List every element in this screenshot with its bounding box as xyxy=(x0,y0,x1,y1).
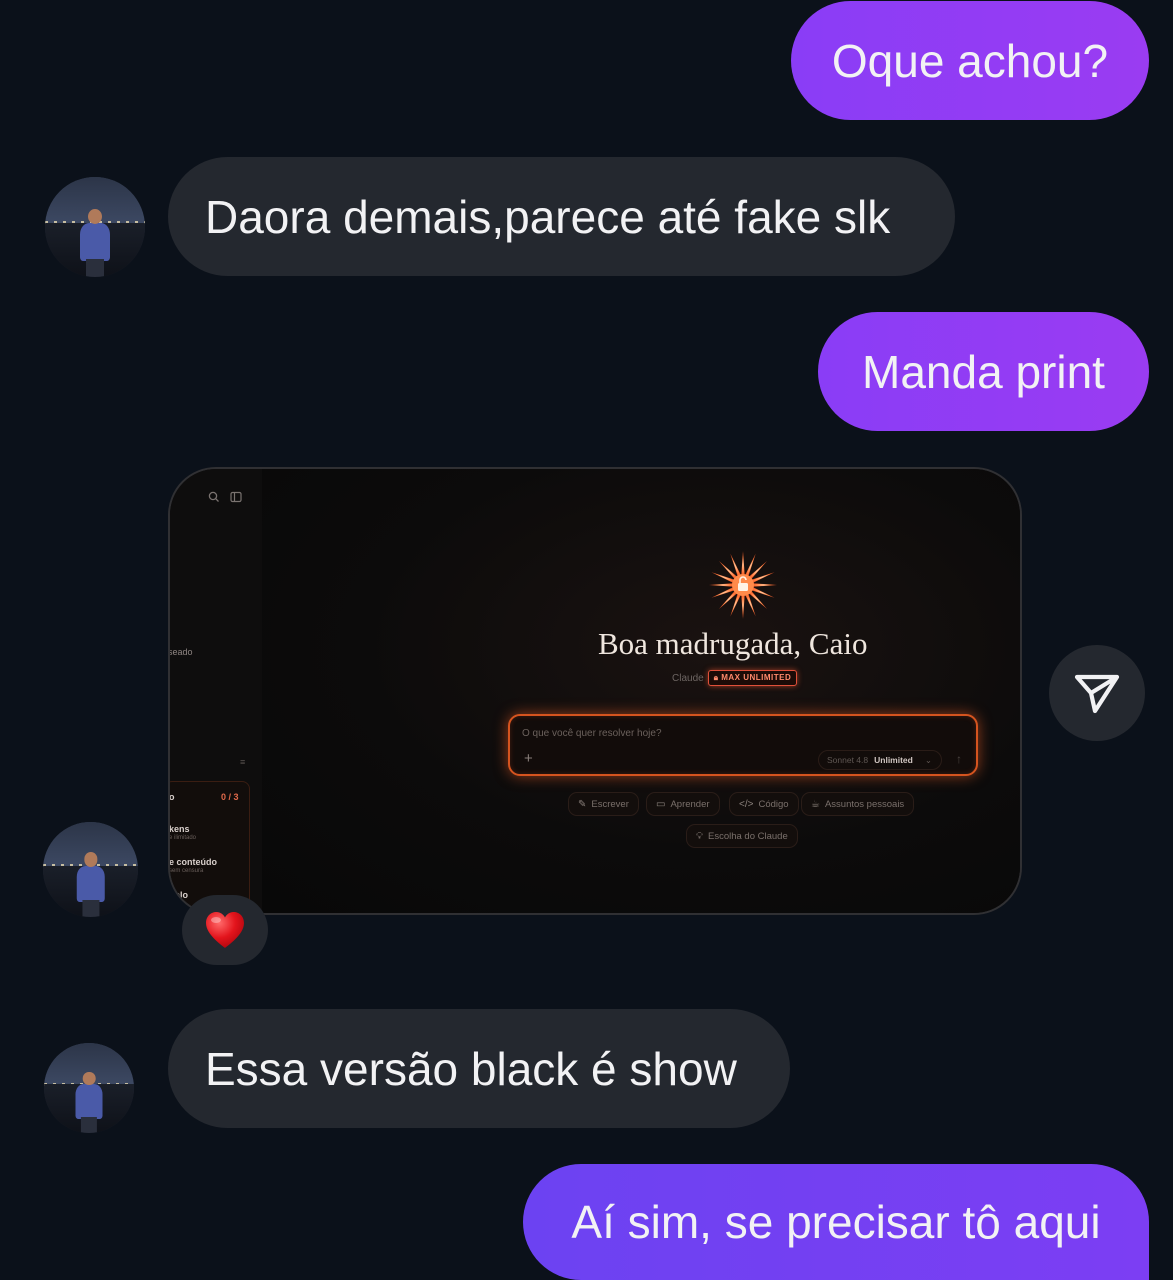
send-arrow-icon[interactable]: ↑ xyxy=(956,752,962,766)
share-button[interactable] xyxy=(1049,645,1145,741)
feature-tokens-sub: e ilimitado xyxy=(169,835,197,841)
chip-code[interactable]: </> Código xyxy=(729,792,799,816)
shared-image-message[interactable]: seado ≡ o 0 / 3 kens e ilimitado e conte… xyxy=(168,467,1022,915)
add-attachment-icon[interactable]: + xyxy=(524,750,533,767)
search-icon xyxy=(208,491,220,506)
chip-write[interactable]: ✎ Escrever xyxy=(568,792,639,816)
feature-content-sub: sem censura xyxy=(169,868,204,874)
prompt-input-box[interactable]: O que você quer resolver hoje? + Sonnet … xyxy=(508,714,978,776)
heart-icon xyxy=(206,912,244,948)
screenshot-sidebar: seado ≡ o 0 / 3 kens e ilimitado e conte… xyxy=(170,469,263,913)
contact-avatar[interactable] xyxy=(43,822,138,917)
outgoing-message[interactable]: Oque achou? xyxy=(791,1,1149,120)
send-icon xyxy=(1074,674,1120,714)
message-text: Aí sim, se precisar tô aqui xyxy=(571,1196,1101,1248)
prompt-placeholder: O que você quer resolver hoje? xyxy=(522,728,662,739)
chip-choice[interactable]: 💡︎ Escolha do Claude xyxy=(686,824,798,848)
outgoing-message[interactable]: Aí sim, se precisar tô aqui xyxy=(523,1164,1149,1280)
chat-thread: Oque achou? Daora demais,parece até fake… xyxy=(0,0,1173,1280)
sidebar-fragment: seado xyxy=(168,647,193,657)
code-icon: </> xyxy=(739,798,754,810)
lightbulb-icon: 💡︎ xyxy=(696,830,703,842)
plan-row: Claude 🔒︎ MAX UNLIMITED xyxy=(672,670,798,686)
incoming-message[interactable]: Daora demais,parece até fake slk xyxy=(168,157,955,276)
usage-counter: 0 / 3 xyxy=(221,792,239,802)
sidebar-toggle-icon xyxy=(230,491,242,506)
unlocked-starburst-logo xyxy=(709,551,777,619)
chevron-down-icon: ⌄ xyxy=(924,754,932,765)
feature-model: elo xyxy=(175,890,189,900)
chip-learn[interactable]: ▭ Aprender xyxy=(646,792,720,816)
feature-tokens: kens xyxy=(169,824,190,834)
feature-content: e conteúdo xyxy=(169,857,218,867)
coffee-icon: ☕︎ xyxy=(811,798,820,810)
chip-personal[interactable]: ☕︎ Assuntos pessoais xyxy=(801,792,915,816)
screenshot-main: Boa madrugada, Caio Claude 🔒︎ MAX UNLIMI… xyxy=(262,469,1020,913)
contact-avatar[interactable] xyxy=(44,1043,134,1133)
sidebar-list-icon: ≡ xyxy=(240,757,246,767)
message-text: Manda print xyxy=(862,345,1105,398)
pencil-icon: ✎ xyxy=(578,798,587,810)
book-icon: ▭ xyxy=(656,798,666,810)
usage-label: o xyxy=(169,792,175,802)
model-selector[interactable]: Sonnet 4.8 Unlimited ⌄ xyxy=(818,750,942,770)
contact-avatar[interactable] xyxy=(45,177,145,277)
plan-badge: 🔒︎ MAX UNLIMITED xyxy=(707,670,798,686)
message-text: Daora demais,parece até fake slk xyxy=(205,190,891,243)
outgoing-message[interactable]: Manda print xyxy=(818,312,1149,431)
greeting-title: Boa madrugada, Caio xyxy=(598,626,868,661)
reaction-badge[interactable] xyxy=(182,895,268,965)
model-name: Claude xyxy=(672,672,704,684)
message-text: Essa versão black é show xyxy=(205,1042,737,1095)
sidebar-icons xyxy=(208,491,242,506)
message-text: Oque achou? xyxy=(831,34,1109,87)
incoming-message[interactable]: Essa versão black é show xyxy=(168,1009,790,1128)
